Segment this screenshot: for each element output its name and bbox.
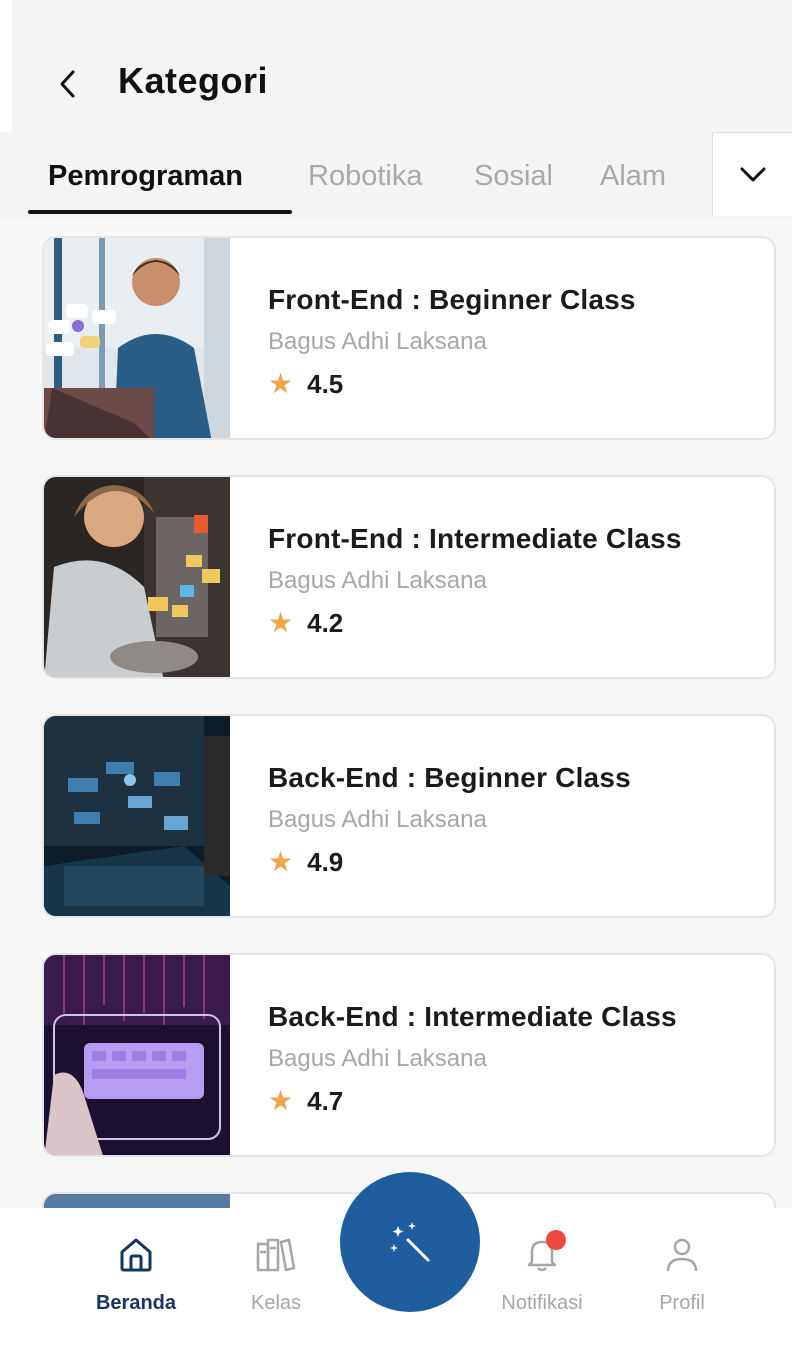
user-icon: [660, 1232, 704, 1276]
course-author: Bagus Adhi Laksana: [268, 1045, 487, 1072]
nav-profil[interactable]: Profil: [622, 1232, 742, 1332]
course-list: Front-End : Beginner Class Bagus Adhi La…: [0, 218, 792, 1208]
course-card[interactable]: Front-End : Intermediate Class Bagus Adh…: [42, 475, 776, 679]
tab-alam[interactable]: Alam: [600, 160, 666, 193]
rating-value: 4.9: [307, 846, 344, 877]
more-categories-button[interactable]: [712, 132, 792, 216]
category-tabs: Pemrograman Robotika Sosial Alam: [0, 132, 792, 218]
course-thumbnail: [44, 1194, 230, 1208]
books-icon: [254, 1232, 298, 1276]
star-icon: ★: [268, 368, 294, 399]
chevron-left-icon: [60, 70, 75, 98]
course-title: Front-End : Beginner Class: [268, 284, 636, 315]
course-title: Back-End : Intermediate Class: [268, 1001, 677, 1032]
nav-label-kelas: Kelas: [250, 1292, 302, 1314]
nav-label-notifikasi: Notifikasi: [501, 1292, 583, 1314]
course-card[interactable]: Back-End : Beginner Class Bagus Adhi Lak…: [42, 714, 776, 918]
nav-label-profil: Profil: [659, 1292, 705, 1314]
active-tab-indicator: [28, 210, 292, 214]
nav-label-beranda: Beranda: [95, 1292, 177, 1314]
rating-value: 4.7: [307, 1085, 344, 1116]
rating-value: 4.2: [307, 607, 344, 638]
app-header: Kategori: [12, 0, 792, 132]
course-thumbnail: [44, 716, 230, 916]
course-author: Bagus Adhi Laksana: [268, 567, 487, 594]
nav-notifikasi[interactable]: Notifikasi: [482, 1230, 602, 1332]
nav-beranda[interactable]: Beranda: [76, 1232, 196, 1332]
course-card[interactable]: Front-End : Beginner Class Bagus Adhi La…: [42, 236, 776, 440]
tab-sosial[interactable]: Sosial: [474, 160, 553, 193]
course-author: Bagus Adhi Laksana: [268, 806, 487, 833]
nav-kelas[interactable]: Kelas: [216, 1232, 336, 1332]
bell-icon: [520, 1230, 566, 1276]
tab-pemrograman[interactable]: Pemrograman: [48, 160, 243, 193]
course-rating: ★ 4.2: [268, 607, 343, 639]
notification-badge: [546, 1230, 566, 1250]
course-rating: ★ 4.5: [268, 368, 343, 400]
course-author: Bagus Adhi Laksana: [268, 328, 487, 355]
rating-value: 4.5: [307, 368, 344, 399]
course-thumbnail: [44, 477, 230, 677]
course-rating: ★ 4.9: [268, 846, 343, 878]
magic-action-button[interactable]: [340, 1172, 480, 1312]
back-button[interactable]: [48, 64, 88, 104]
course-thumbnail: [44, 238, 230, 438]
magic-wand-icon: [390, 1222, 430, 1262]
star-icon: ★: [268, 1085, 294, 1116]
course-title: Front-End : Intermediate Class: [268, 523, 682, 554]
star-icon: ★: [268, 607, 294, 638]
course-rating: ★ 4.7: [268, 1085, 343, 1117]
home-icon: [114, 1232, 158, 1276]
course-title: Back-End : Beginner Class: [268, 762, 631, 793]
star-icon: ★: [268, 846, 294, 877]
tab-robotika[interactable]: Robotika: [308, 160, 422, 193]
course-thumbnail: [44, 955, 230, 1155]
course-card[interactable]: Back-End : Intermediate Class Bagus Adhi…: [42, 953, 776, 1157]
page-title: Kategori: [118, 60, 269, 101]
chevron-down-icon: [740, 167, 765, 181]
